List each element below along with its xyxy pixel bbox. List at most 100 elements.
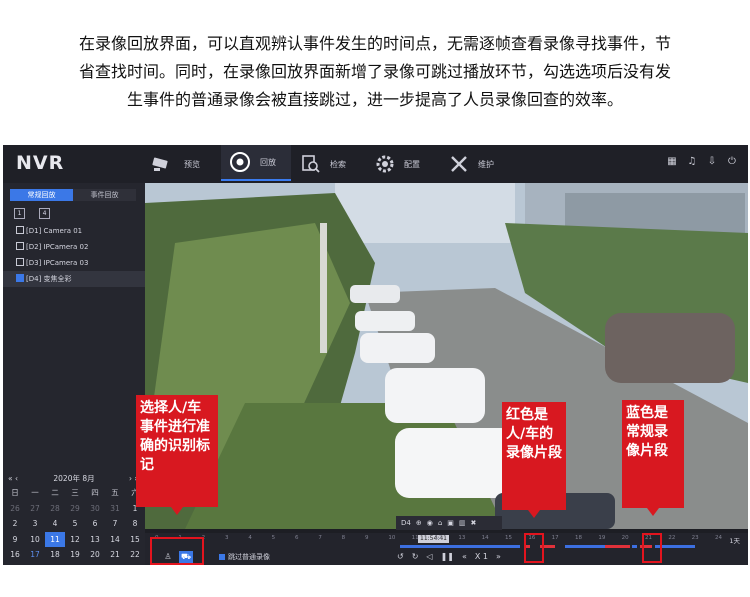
slow-icon[interactable]: « xyxy=(462,552,467,561)
calendar-day[interactable]: 3 xyxy=(25,516,45,532)
normal-record-segment[interactable] xyxy=(400,545,520,548)
camera-snapshot-icon[interactable]: ◉ xyxy=(427,519,433,527)
timeline-tick: 7 xyxy=(318,535,322,541)
skip-normal-checkbox[interactable]: 跳过普通录像 xyxy=(219,552,270,562)
calendar-day[interactable]: 26 xyxy=(65,563,85,566)
checkbox-checked[interactable] xyxy=(16,274,24,282)
nav-playback[interactable]: 回放 xyxy=(221,145,291,181)
calendar-day[interactable]: 24 xyxy=(25,563,45,566)
camera-item[interactable]: [D2] IPCamera 02 xyxy=(3,239,145,255)
nav-config[interactable]: 配置 xyxy=(375,145,440,183)
camera-item-selected[interactable]: [D4] 变焦全彩 xyxy=(3,271,145,287)
calendar-day[interactable]: 8 xyxy=(125,516,145,532)
calendar-prev-button[interactable]: « ‹ xyxy=(8,473,18,485)
current-time-label: 11:54:41 xyxy=(418,535,449,543)
calendar-day[interactable]: 16 xyxy=(5,547,25,563)
timeline-tick: 4 xyxy=(248,535,252,541)
power-icon[interactable]: ⏻ xyxy=(726,156,738,168)
forward-30-icon[interactable]: ↻ xyxy=(412,552,419,561)
checkbox[interactable] xyxy=(16,258,24,266)
normal-record-segment[interactable] xyxy=(632,545,637,548)
calendar-day[interactable]: 9 xyxy=(5,532,25,548)
calendar-day[interactable]: 14 xyxy=(105,532,125,548)
intro-line-1: 在录像回放界面，可以直观辨认事件发生的时间点，无需逐帧查看录像寻找事件，节 xyxy=(78,34,671,53)
bell-icon[interactable]: ♫ xyxy=(686,156,698,168)
calendar-day[interactable]: 21 xyxy=(105,547,125,563)
zoom-icon[interactable]: ⊕ xyxy=(416,519,422,527)
timeline-tick: 24 xyxy=(715,535,722,541)
calendar: « ‹ 2020年 8月 › » 日一二三四五六 26 27 28 29 30 31 1 2 3 4… xyxy=(3,473,145,565)
calendar-day[interactable]: 19 xyxy=(65,547,85,563)
grid-icon[interactable]: ▦ xyxy=(666,156,678,168)
app-logo: NVR xyxy=(16,152,65,174)
nav-maintenance[interactable]: 维护 xyxy=(449,145,514,183)
calendar-day[interactable]: 25 xyxy=(45,563,65,566)
calendar-day[interactable]: 29 xyxy=(125,563,145,566)
calendar-day[interactable]: 22 xyxy=(125,547,145,563)
calendar-day[interactable]: 5 xyxy=(65,516,85,532)
timeline-tick: 5 xyxy=(271,535,276,541)
fast-icon[interactable]: » xyxy=(496,552,501,561)
timeline-tick: 3 xyxy=(225,535,229,541)
pause-icon[interactable]: ❚❚ xyxy=(441,552,454,561)
camera-item[interactable]: [D1] Camera 01 xyxy=(3,223,145,239)
calendar-day[interactable]: 10 xyxy=(25,532,45,548)
close-icon[interactable]: ✖ xyxy=(471,519,477,527)
lock-icon[interactable]: ▣ xyxy=(447,519,454,527)
calendar-day[interactable]: 20 xyxy=(85,547,105,563)
calendar-day[interactable]: 12 xyxy=(65,532,85,548)
checkbox[interactable] xyxy=(16,226,24,234)
calendar-day[interactable]: 11 xyxy=(45,531,65,547)
tab-event-playback[interactable]: 事件回放 xyxy=(73,189,136,201)
callout-red-text: 红色是人/车的录像片段 xyxy=(506,407,562,461)
calendar-day[interactable]: 18 xyxy=(45,547,65,563)
rewind-30-icon[interactable]: ↺ xyxy=(397,552,404,561)
reverse-play-icon[interactable]: ◁ xyxy=(426,552,432,561)
callout-select-event: 选择人/车事件进行准确的识别标记 xyxy=(136,395,218,515)
camera-label: [D1] Camera 01 xyxy=(26,227,83,235)
nav-search[interactable]: 检索 xyxy=(301,145,366,183)
search-icon xyxy=(302,155,320,173)
camera-list: [D1] Camera 01 [D2] IPCamera 02 [D3] IPC… xyxy=(3,223,145,287)
timeline-tick: 8 xyxy=(341,535,346,541)
calendar-weekday: 三 xyxy=(71,488,79,497)
calendar-day[interactable]: 6 xyxy=(85,516,105,532)
calendar-day[interactable]: 31 xyxy=(105,501,125,517)
calendar-day[interactable]: 7 xyxy=(105,516,125,532)
top-right-icons: ▦ ♫ ⇩ ⏻ xyxy=(666,156,738,168)
view-1-button[interactable]: 1 xyxy=(14,208,25,219)
calendar-day[interactable]: 30 xyxy=(85,501,105,517)
camera-icon xyxy=(152,157,168,171)
normal-record-segment[interactable] xyxy=(565,545,605,548)
camera-label: [D4] 变焦全彩 xyxy=(26,275,72,283)
camera-item[interactable]: [D3] IPCamera 03 xyxy=(3,255,145,271)
clip-icon[interactable]: ⌂ xyxy=(438,519,442,527)
event-record-segment[interactable] xyxy=(605,545,630,548)
tab-normal-playback[interactable]: 常规回放 xyxy=(10,189,73,201)
calendar-day[interactable]: 13 xyxy=(85,532,105,548)
timeline-zoom[interactable]: 1天 xyxy=(729,535,740,545)
calendar-day[interactable]: 15 xyxy=(125,532,145,548)
calendar-day[interactable]: 17 xyxy=(25,547,45,563)
export-icon[interactable]: ⇩ xyxy=(706,156,718,168)
timeline-tick: 13 xyxy=(458,535,466,541)
calendar-day[interactable]: 23 xyxy=(5,563,25,566)
calendar-day[interactable]: 27 xyxy=(85,563,105,566)
timeline-tick: 9 xyxy=(365,535,369,541)
bookmark-icon[interactable]: ▥ xyxy=(459,519,466,527)
intro-line-3: 生事件的普通录像会被直接跳过，进一步提高了人员录像回查的效率。 xyxy=(126,90,623,109)
calendar-day[interactable]: 4 xyxy=(45,516,65,532)
playback-tabs: 常规回放 事件回放 xyxy=(10,189,136,201)
checkbox[interactable] xyxy=(16,242,24,250)
view-4-button[interactable]: 4 xyxy=(39,208,50,219)
calendar-day[interactable]: 2 xyxy=(5,516,25,532)
calendar-day[interactable]: 28 xyxy=(45,501,65,517)
calendar-day[interactable]: 29 xyxy=(65,501,85,517)
calendar-header: « ‹ 2020年 8月 › » xyxy=(3,473,145,485)
calendar-weekday: 日 xyxy=(11,488,19,497)
checkbox-checked[interactable] xyxy=(219,554,225,560)
calendar-day[interactable]: 27 xyxy=(25,501,45,517)
calendar-day[interactable]: 28 xyxy=(105,563,125,566)
nav-preview[interactable]: 预览 xyxy=(151,145,216,183)
calendar-day[interactable]: 26 xyxy=(5,501,25,517)
